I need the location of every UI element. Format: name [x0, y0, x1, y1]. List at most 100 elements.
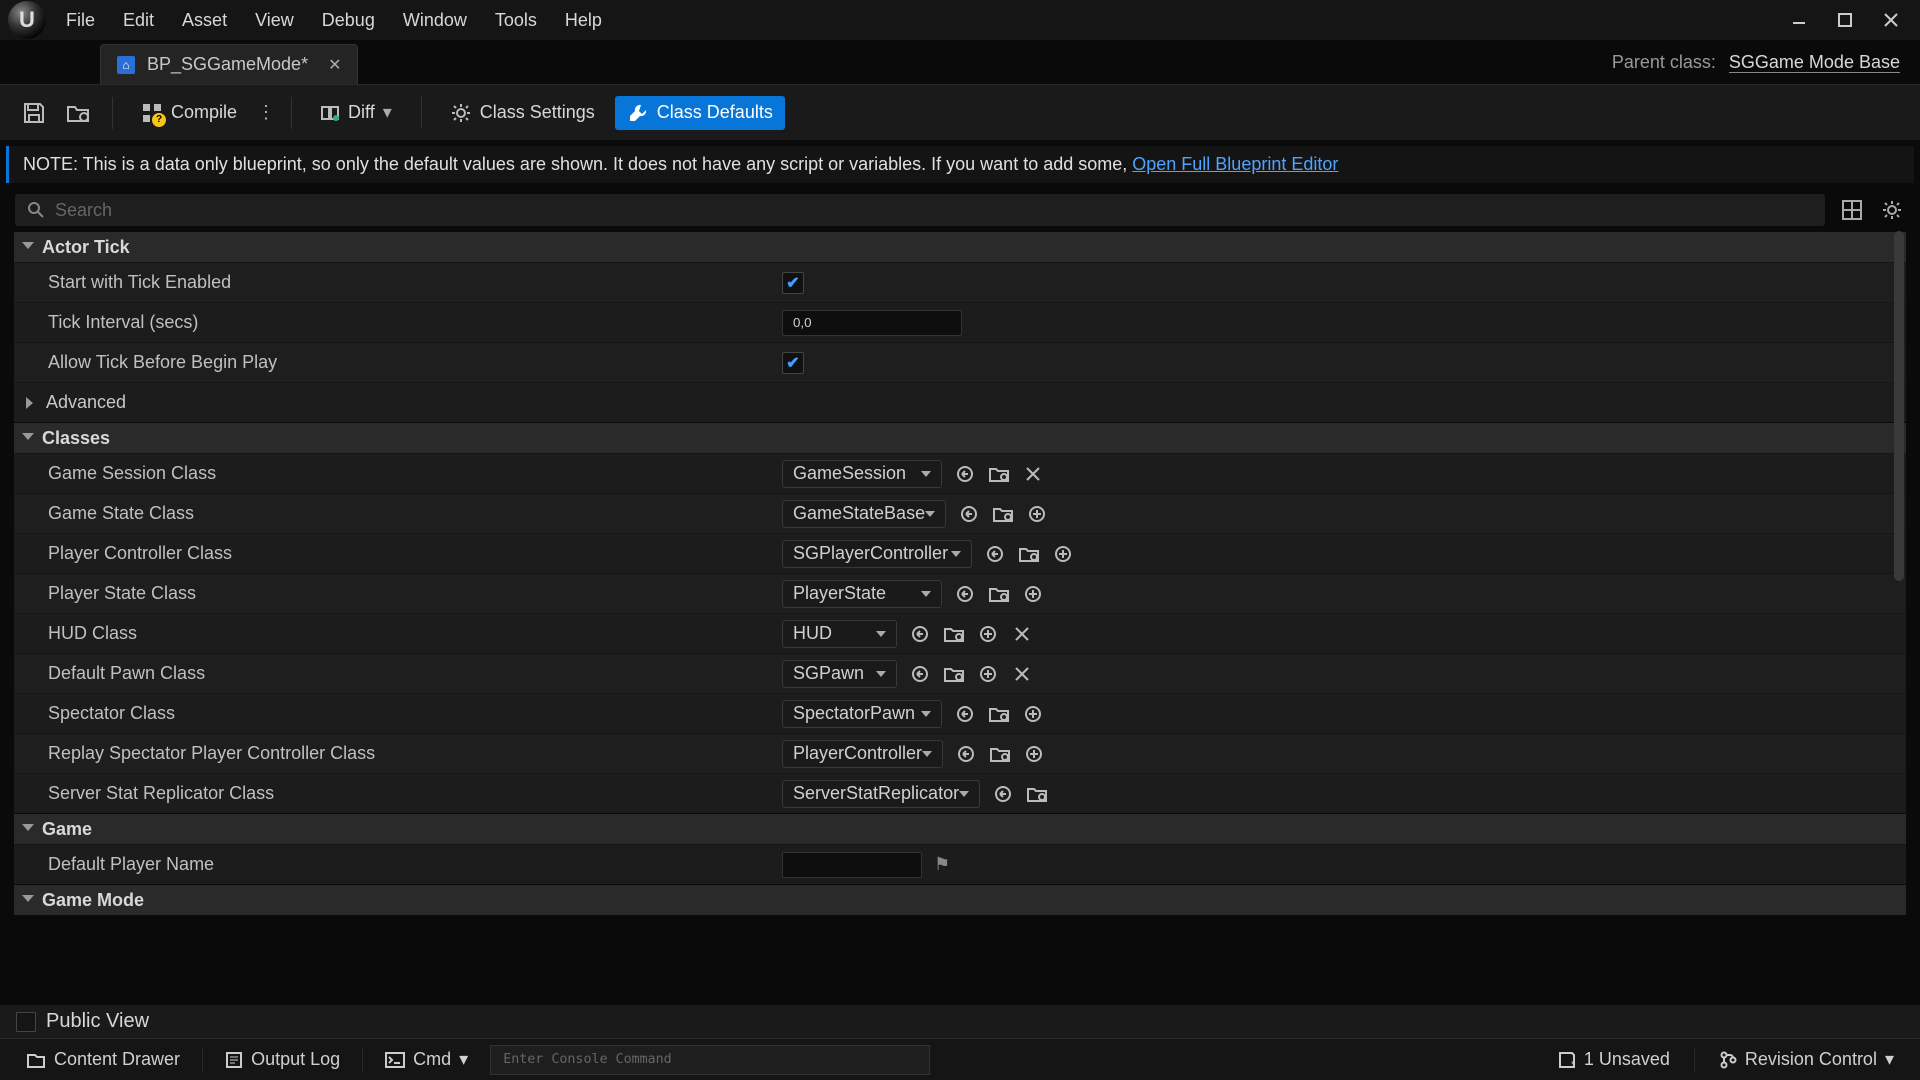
goto-button[interactable] — [909, 663, 931, 685]
class-dropdown-7[interactable]: PlayerController — [782, 740, 943, 768]
blueprint-tab[interactable]: ⌂ BP_SGGameMode* ✕ — [100, 44, 358, 84]
property-value: HUD — [774, 620, 1906, 648]
parent-class-link[interactable]: SGGame Mode Base — [1729, 52, 1900, 73]
add-button[interactable] — [1022, 703, 1044, 725]
tick-interval-input[interactable] — [782, 310, 962, 336]
property-label: Game Session Class — [14, 463, 774, 484]
property-label: Replay Spectator Player Controller Class — [14, 743, 774, 764]
advanced-label: Advanced — [46, 392, 126, 413]
class-dropdown-6[interactable]: SpectatorPawn — [782, 700, 942, 728]
localize-flag-icon[interactable]: ⚑ — [934, 854, 950, 875]
menu-debug[interactable]: Debug — [322, 10, 375, 31]
add-button[interactable] — [1023, 743, 1045, 765]
save-button[interactable] — [16, 95, 52, 131]
diff-button[interactable]: Diff ▾ — [308, 96, 405, 129]
class-defaults-button[interactable]: Class Defaults — [615, 96, 785, 130]
menu-asset[interactable]: Asset — [182, 10, 227, 31]
tab-close-button[interactable]: ✕ — [328, 55, 341, 75]
property-matrix-button[interactable] — [1838, 196, 1866, 224]
category-game-mode[interactable]: Game Mode — [14, 885, 1906, 915]
unreal-logo-icon: U — [8, 1, 46, 39]
property-value: SpectatorPawn — [774, 700, 1906, 728]
unsaved-icon: * — [1558, 1051, 1576, 1069]
cmd-selector[interactable]: Cmd ▾ — [375, 1045, 478, 1074]
class-dropdown-4[interactable]: HUD — [782, 620, 897, 648]
menu-tools[interactable]: Tools — [495, 10, 537, 31]
open-full-editor-link[interactable]: Open Full Blueprint Editor — [1132, 154, 1338, 174]
row-class-6: Spectator ClassSpectatorPawn — [14, 693, 1906, 733]
add-button[interactable] — [1022, 583, 1044, 605]
goto-button[interactable] — [909, 623, 931, 645]
row-class-0: Game Session Class GameSession — [14, 453, 1906, 493]
goto-button[interactable] — [958, 503, 980, 525]
clear-button[interactable] — [1011, 663, 1033, 685]
content-drawer-button[interactable]: Content Drawer — [16, 1045, 190, 1074]
public-view-checkbox[interactable] — [16, 1012, 36, 1032]
minimize-button[interactable] — [1790, 11, 1808, 29]
category-actor-tick[interactable]: Actor Tick — [14, 232, 1906, 262]
class-dropdown-3[interactable]: PlayerState — [782, 580, 942, 608]
goto-button[interactable] — [954, 583, 976, 605]
close-button[interactable] — [1882, 11, 1900, 29]
search-icon — [27, 201, 45, 219]
row-class-4: HUD ClassHUD — [14, 613, 1906, 653]
start-tick-checkbox[interactable] — [782, 272, 804, 294]
menu-view[interactable]: View — [255, 10, 294, 31]
maximize-button[interactable] — [1836, 11, 1854, 29]
scrollbar[interactable] — [1894, 231, 1904, 581]
property-value: PlayerController — [774, 740, 1906, 768]
class-dropdown-8[interactable]: ServerStatReplicator — [782, 780, 980, 808]
search-input[interactable] — [55, 200, 1813, 221]
tab-bar: ⌂ BP_SGGameMode* ✕ Parent class: SGGame … — [0, 40, 1920, 84]
chevron-down-icon: ▾ — [1885, 1049, 1894, 1070]
browse-asset-button[interactable] — [60, 95, 96, 131]
default-player-name-input[interactable] — [782, 852, 922, 878]
category-game[interactable]: Game — [14, 814, 1906, 844]
clear-button[interactable] — [1011, 623, 1033, 645]
compile-options-button[interactable]: ⋮ — [257, 95, 275, 131]
dropdown-value: ServerStatReplicator — [793, 783, 959, 804]
browse-button[interactable] — [1018, 543, 1040, 565]
add-button[interactable] — [1052, 543, 1074, 565]
add-button[interactable] — [977, 623, 999, 645]
browse-button[interactable] — [1026, 783, 1048, 805]
add-button[interactable] — [977, 663, 999, 685]
allow-tick-checkbox[interactable] — [782, 352, 804, 374]
console-command-input[interactable] — [490, 1045, 930, 1075]
browse-button[interactable] — [943, 623, 965, 645]
browse-button[interactable] — [988, 463, 1010, 485]
revision-control-button[interactable]: Revision Control ▾ — [1709, 1045, 1904, 1074]
browse-button[interactable] — [992, 503, 1014, 525]
compile-button[interactable]: ? Compile — [129, 96, 249, 130]
dropdown-value: GameSession — [793, 463, 906, 484]
details-search-box[interactable] — [14, 193, 1826, 227]
menu-edit[interactable]: Edit — [123, 10, 154, 31]
add-button[interactable] — [1026, 503, 1048, 525]
class-dropdown-0[interactable]: GameSession — [782, 460, 942, 488]
class-dropdown-1[interactable]: GameStateBase — [782, 500, 946, 528]
clear-button[interactable] — [1022, 463, 1044, 485]
unsaved-button[interactable]: * 1 Unsaved — [1548, 1045, 1680, 1074]
menu-help[interactable]: Help — [565, 10, 602, 31]
dropdown-value: HUD — [793, 623, 832, 644]
class-dropdown-5[interactable]: SGPawn — [782, 660, 897, 688]
class-dropdown-2[interactable]: SGPlayerController — [782, 540, 972, 568]
goto-button[interactable] — [954, 463, 976, 485]
class-settings-button[interactable]: Class Settings — [438, 96, 607, 130]
goto-button[interactable] — [955, 743, 977, 765]
log-icon — [225, 1051, 243, 1069]
goto-button[interactable] — [992, 783, 1014, 805]
goto-button[interactable] — [984, 543, 1006, 565]
menu-file[interactable]: File — [66, 10, 95, 31]
browse-button[interactable] — [989, 743, 1011, 765]
menu-window[interactable]: Window — [403, 10, 467, 31]
browse-button[interactable] — [988, 583, 1010, 605]
browse-button[interactable] — [988, 703, 1010, 725]
goto-button[interactable] — [954, 703, 976, 725]
advanced-header[interactable]: Advanced — [14, 382, 1906, 422]
category-classes[interactable]: Classes — [14, 423, 1906, 453]
output-log-button[interactable]: Output Log — [215, 1045, 350, 1074]
blueprint-icon: ⌂ — [117, 56, 135, 74]
details-settings-button[interactable] — [1878, 196, 1906, 224]
browse-button[interactable] — [943, 663, 965, 685]
